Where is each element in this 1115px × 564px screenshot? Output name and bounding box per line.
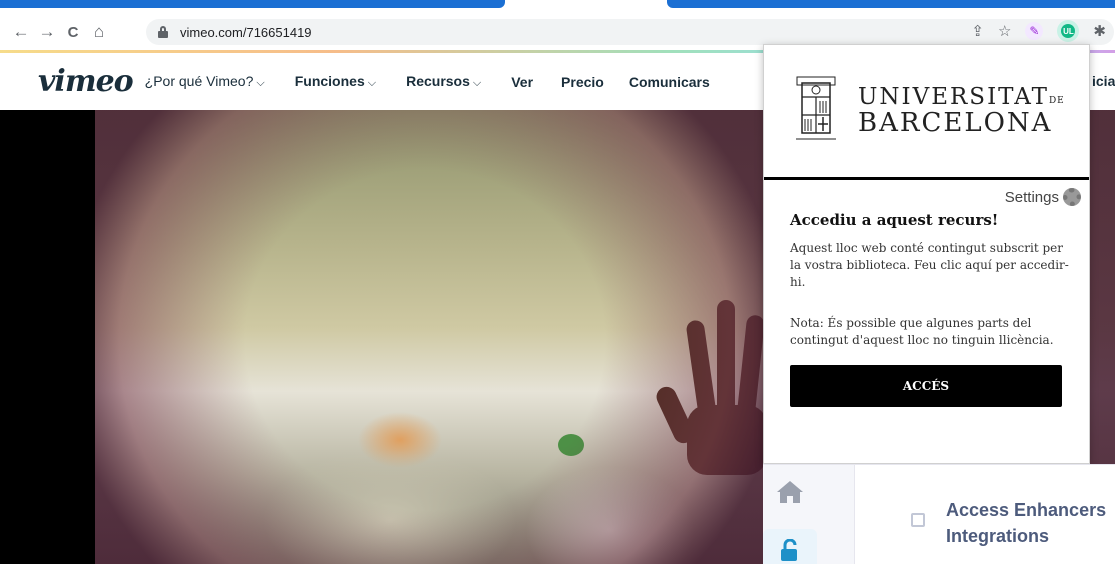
back-icon[interactable]: ←	[10, 21, 32, 43]
ub-header: UNIVERSITATDE BARCELONA	[764, 45, 1089, 180]
tab-strip	[0, 0, 1115, 12]
ub-wordmark: UNIVERSITATDE BARCELONA	[858, 84, 1065, 138]
menu-precio[interactable]: Precio	[561, 74, 604, 90]
access-button[interactable]: ACCÉS	[790, 365, 1062, 407]
panel-sidebar	[763, 465, 855, 564]
home-icon[interactable]: ⌂	[88, 21, 110, 43]
popup-note: Nota: És possible que algunes parts del …	[790, 316, 1054, 347]
menu-why-vimeo[interactable]: ¿Por qué Vimeo? ⌵	[145, 73, 265, 90]
unlock-icon	[781, 539, 797, 561]
menu-right-partial[interactable]: icia	[1092, 73, 1115, 89]
share-icon[interactable]: ⇪	[971, 22, 984, 40]
popup-title: Accediu a aquest recurs!	[790, 211, 999, 229]
menu-ver[interactable]: Ver	[511, 74, 533, 90]
lock-icon[interactable]	[158, 26, 168, 38]
tab-right[interactable]	[667, 0, 1115, 8]
menu-recursos[interactable]: Recursos ⌵	[406, 73, 481, 90]
omnibox-actions: ⇪ ☆ ✎ UL ✱	[971, 20, 1106, 42]
library-access-popup: UNIVERSITATDE BARCELONA Settings Accediu…	[763, 44, 1090, 464]
forward-icon[interactable]: →	[36, 21, 58, 43]
screen: ← → C ⌂ vimeo.com/716651419 ⇪ ☆ ✎ UL ✱ v…	[0, 0, 1115, 564]
panel-title: Access Enhancers Integrations	[946, 500, 1107, 546]
integration-icon	[911, 513, 925, 527]
star-icon[interactable]: ☆	[998, 22, 1011, 40]
settings-link[interactable]: Settings	[1005, 188, 1081, 206]
url-text[interactable]: vimeo.com/716651419	[180, 25, 312, 40]
tab-left[interactable]	[0, 0, 505, 8]
pen-extension-icon[interactable]: ✎	[1025, 22, 1044, 40]
ub-extension-icon[interactable]: UL	[1057, 20, 1080, 42]
reload-icon[interactable]: C	[62, 21, 84, 43]
vimeo-menu: ¿Por qué Vimeo? ⌵ Funciones ⌵ Recursos ⌵ Ve…	[145, 73, 740, 90]
vimeo-logo[interactable]: vimeo	[38, 64, 134, 99]
menu-funciones[interactable]: Funciones ⌵	[295, 73, 376, 90]
home-icon[interactable]	[775, 479, 805, 505]
sidebar-item-access[interactable]	[763, 529, 817, 564]
gear-icon[interactable]	[1063, 188, 1081, 206]
chevron-down-icon: ⌵	[256, 77, 265, 89]
puzzle-icon[interactable]: ✱	[1093, 22, 1106, 40]
ub-crest-icon	[796, 76, 836, 140]
menu-comunicarse[interactable]: Comunicars	[629, 74, 710, 90]
chevron-down-icon: ⌵	[367, 77, 377, 89]
address-bar[interactable]: vimeo.com/716651419 ⇪ ☆ ✎ UL ✱	[146, 19, 1114, 45]
lower-panel: Access Enhancers Integrations	[763, 464, 1115, 564]
popup-description: Aquest lloc web conté contingut subscrit…	[790, 241, 1069, 289]
chevron-down-icon: ⌵	[472, 77, 482, 89]
